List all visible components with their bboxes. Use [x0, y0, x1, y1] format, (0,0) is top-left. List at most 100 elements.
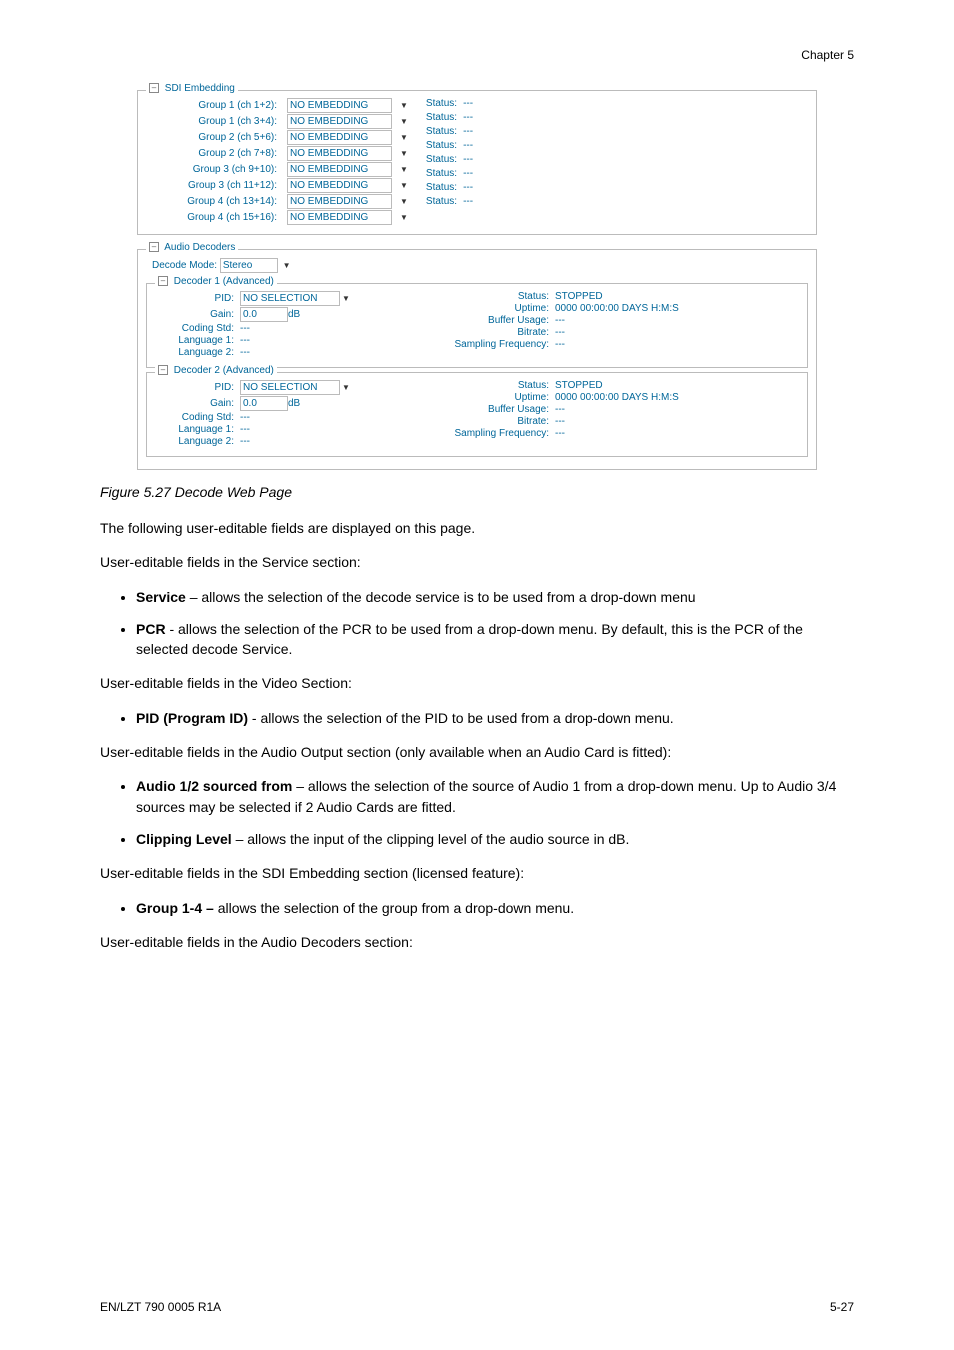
decoder-status-label: Status:: [415, 380, 555, 391]
chevron-down-icon[interactable]: ▼: [398, 197, 408, 206]
sampling-freq-label: Sampling Frequency:: [415, 339, 555, 350]
decoder-status-value: STOPPED: [555, 380, 603, 391]
chevron-down-icon[interactable]: ▼: [340, 383, 350, 392]
chevron-down-icon[interactable]: ▼: [398, 133, 408, 142]
sdi-select[interactable]: NO EMBEDDING: [287, 114, 392, 129]
collapse-icon[interactable]: –: [158, 276, 168, 286]
list-item: Service – allows the selection of the de…: [136, 587, 854, 607]
decoder-status-value: STOPPED: [555, 291, 603, 302]
gain-input[interactable]: 0.0: [240, 396, 288, 411]
pid-label: PID:: [155, 382, 240, 393]
chevron-down-icon[interactable]: ▼: [398, 165, 408, 174]
pid-select[interactable]: NO SELECTION: [240, 380, 340, 395]
language2-value: ---: [240, 347, 250, 358]
bitrate-value: ---: [555, 416, 565, 427]
chevron-down-icon[interactable]: ▼: [398, 213, 408, 222]
sdi-row-label: Group 3 (ch 9+10):: [146, 164, 281, 175]
decode-mode-select[interactable]: Stereo: [220, 258, 278, 273]
sdi-row-label: Group 3 (ch 11+12):: [146, 180, 281, 191]
chevron-down-icon[interactable]: ▼: [398, 181, 408, 190]
chevron-down-icon[interactable]: ▼: [398, 117, 408, 126]
audio-decoders-legend[interactable]: – Audio Decoders: [146, 242, 238, 253]
sdi-select[interactable]: NO EMBEDDING: [287, 210, 392, 225]
sdi-row: Group 2 (ch 5+6): NO EMBEDDING ▼: [146, 130, 408, 145]
sdi-row: Group 3 (ch 9+10): NO EMBEDDING ▼: [146, 162, 408, 177]
body-text: User-editable fields in the Audio Output…: [100, 742, 854, 762]
sdi-select[interactable]: NO EMBEDDING: [287, 162, 392, 177]
status-value: ---: [463, 196, 473, 207]
footer-left: EN/LZT 790 0005 R1A: [100, 1300, 221, 1314]
sdi-row: Group 1 (ch 1+2): NO EMBEDDING ▼: [146, 98, 408, 113]
sdi-embedding-fieldset: – SDI Embedding Group 1 (ch 1+2): NO EMB…: [137, 90, 817, 235]
sdi-row: Group 4 (ch 15+16): NO EMBEDDING ▼: [146, 210, 408, 225]
language1-label: Language 1:: [155, 424, 240, 435]
sdi-legend[interactable]: – SDI Embedding: [146, 83, 238, 94]
page-footer: EN/LZT 790 0005 R1A 5-27: [100, 1300, 854, 1314]
term: Clipping Level: [136, 831, 232, 847]
buffer-usage-value: ---: [555, 404, 565, 415]
sdi-select[interactable]: NO EMBEDDING: [287, 98, 392, 113]
sdi-row-label: Group 1 (ch 1+2):: [146, 100, 281, 111]
body-text: User-editable fields in the SDI Embeddin…: [100, 863, 854, 883]
language2-label: Language 2:: [155, 436, 240, 447]
status-label: Status:: [426, 98, 457, 109]
decoder2-legend[interactable]: – Decoder 2 (Advanced): [155, 365, 277, 376]
chevron-down-icon[interactable]: ▼: [281, 261, 291, 270]
status-label: Status:: [426, 112, 457, 123]
sdi-row-label: Group 1 (ch 3+4):: [146, 116, 281, 127]
decoder-status-label: Status:: [415, 291, 555, 302]
list-item: PCR - allows the selection of the PCR to…: [136, 619, 854, 660]
collapse-icon[interactable]: –: [158, 365, 168, 375]
coding-std-value: ---: [240, 412, 250, 423]
sdi-select[interactable]: NO EMBEDDING: [287, 178, 392, 193]
bullet-list: Audio 1/2 sourced from – allows the sele…: [100, 776, 854, 849]
decoder1-legend[interactable]: – Decoder 1 (Advanced): [155, 276, 277, 287]
bitrate-value: ---: [555, 327, 565, 338]
uptime-label: Uptime:: [415, 303, 555, 314]
sdi-select[interactable]: NO EMBEDDING: [287, 130, 392, 145]
buffer-usage-label: Buffer Usage:: [415, 404, 555, 415]
screenshot-area: – SDI Embedding Group 1 (ch 1+2): NO EMB…: [137, 90, 817, 470]
list-item: Group 1-4 – allows the selection of the …: [136, 898, 854, 918]
status-label: Status:: [426, 182, 457, 193]
gain-input[interactable]: 0.0: [240, 307, 288, 322]
term: PID (Program ID): [136, 710, 248, 726]
status-label: Status:: [426, 126, 457, 137]
coding-std-label: Coding Std:: [155, 412, 240, 423]
decoder2-title: Decoder 2 (Advanced): [174, 365, 274, 376]
chevron-down-icon[interactable]: ▼: [398, 101, 408, 110]
body-text: User-editable fields in the Service sect…: [100, 552, 854, 572]
uptime-value: 0000 00:00:00 DAYS H:M:S: [555, 303, 679, 314]
sdi-select[interactable]: NO EMBEDDING: [287, 146, 392, 161]
sampling-freq-value: ---: [555, 339, 565, 350]
pid-select[interactable]: NO SELECTION: [240, 291, 340, 306]
gain-label: Gain:: [155, 309, 240, 320]
list-item: Audio 1/2 sourced from – allows the sele…: [136, 776, 854, 817]
bullet-list: PID (Program ID) - allows the selection …: [100, 708, 854, 728]
collapse-icon[interactable]: –: [149, 242, 159, 252]
status-label: Status:: [426, 168, 457, 179]
bitrate-label: Bitrate:: [415, 327, 555, 338]
body-text: User-editable fields in the Video Sectio…: [100, 673, 854, 693]
decode-mode-label: Decode Mode:: [152, 260, 217, 271]
collapse-icon[interactable]: –: [149, 83, 159, 93]
chevron-down-icon[interactable]: ▼: [398, 149, 408, 158]
uptime-label: Uptime:: [415, 392, 555, 403]
pid-label: PID:: [155, 293, 240, 304]
list-item: PID (Program ID) - allows the selection …: [136, 708, 854, 728]
status-value: ---: [463, 112, 473, 123]
list-text: – allows the input of the clipping level…: [232, 831, 630, 847]
language1-value: ---: [240, 335, 250, 346]
gain-unit: dB: [288, 398, 300, 409]
list-text: - allows the selection of the PCR to be …: [136, 621, 803, 657]
decoder2-fieldset: – Decoder 2 (Advanced) PID:NO SELECTION▼…: [146, 372, 808, 457]
term: PCR: [136, 621, 166, 637]
sdi-select[interactable]: NO EMBEDDING: [287, 194, 392, 209]
sdi-row-label: Group 4 (ch 15+16):: [146, 212, 281, 223]
language2-value: ---: [240, 436, 250, 447]
buffer-usage-label: Buffer Usage:: [415, 315, 555, 326]
sampling-freq-value: ---: [555, 428, 565, 439]
gain-unit: dB: [288, 309, 300, 320]
chevron-down-icon[interactable]: ▼: [340, 294, 350, 303]
coding-std-value: ---: [240, 323, 250, 334]
